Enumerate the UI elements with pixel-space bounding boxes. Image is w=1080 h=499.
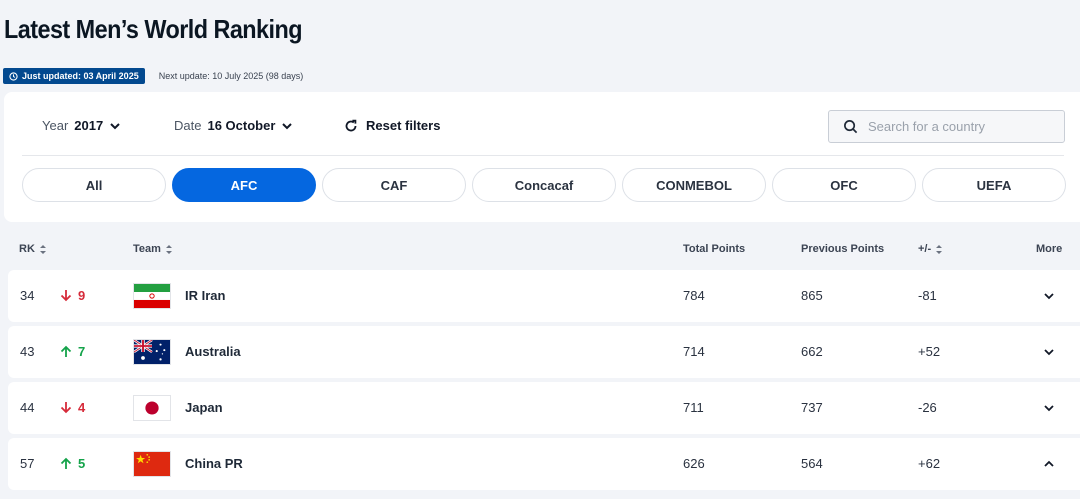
japan-flag xyxy=(133,395,171,421)
total-points: 714 xyxy=(683,344,705,359)
chevron-down-icon xyxy=(1044,349,1054,356)
china-flag xyxy=(133,451,171,477)
more-header-label: More xyxy=(1036,243,1063,255)
table-row[interactable]: 34 9 IR Iran 784 865 -81 xyxy=(8,270,1080,322)
diff-header[interactable]: +/- xyxy=(918,243,943,255)
total-points-header: Total Points xyxy=(683,243,745,255)
rank-change: 7 xyxy=(60,344,85,359)
points-diff: -26 xyxy=(918,400,937,415)
tab-caf[interactable]: CAF xyxy=(322,168,466,202)
table-header: RK Team Total Points Previous Points +/-… xyxy=(0,240,1080,260)
team-name[interactable]: IR Iran xyxy=(185,288,225,303)
points-diff: -81 xyxy=(918,288,937,303)
chevron-down-icon xyxy=(1044,293,1054,300)
year-filter-label: Year xyxy=(42,118,69,133)
country-search[interactable] xyxy=(828,110,1065,143)
total-points: 711 xyxy=(683,400,704,415)
reset-filters-button[interactable]: Reset filters xyxy=(344,118,440,133)
expand-button[interactable] xyxy=(1042,401,1058,415)
rank-change-value: 5 xyxy=(78,456,86,471)
page-title: Latest Men’s World Ranking xyxy=(4,14,303,44)
table-row[interactable]: 44 4 Japan 711 737 -26 xyxy=(8,382,1080,434)
date-filter[interactable]: Date 16 October xyxy=(174,118,293,133)
just-updated-badge: Just updated: 03 April 2025 xyxy=(3,68,145,84)
diff-header-label: +/- xyxy=(918,243,932,255)
tab-conmebol[interactable]: CONMEBOL xyxy=(622,168,766,202)
year-filter[interactable]: Year 2017 xyxy=(42,118,121,133)
rank-cell: 43 xyxy=(20,344,35,359)
date-filter-label: Date xyxy=(174,118,202,133)
team-name[interactable]: Japan xyxy=(185,400,223,415)
points-diff: +62 xyxy=(918,456,941,471)
clock-icon xyxy=(9,71,18,81)
rank-change-value: 9 xyxy=(78,288,86,303)
team-header[interactable]: Team xyxy=(133,243,173,255)
table-row[interactable]: 43 7 Australia 714 662 +52 xyxy=(8,326,1080,378)
arrow-up-icon xyxy=(60,345,72,357)
expand-button[interactable] xyxy=(1042,345,1058,359)
update-info: Just updated: 03 April 2025 Next update:… xyxy=(3,68,303,84)
team-header-label: Team xyxy=(133,243,161,255)
collapse-button[interactable] xyxy=(1042,457,1058,471)
sort-icon xyxy=(165,244,172,254)
rk-header-label: RK xyxy=(19,243,35,255)
refresh-icon xyxy=(345,119,357,131)
rank-cell: 57 xyxy=(20,456,35,471)
tab-ofc[interactable]: OFC xyxy=(772,168,916,202)
filter-panel: Year 2017 Date 16 October Reset filters … xyxy=(4,92,1080,222)
chevron-down-icon xyxy=(110,122,120,129)
previous-points: 737 xyxy=(801,400,823,415)
arrow-down-icon xyxy=(60,402,72,414)
total-points: 626 xyxy=(683,456,705,471)
tab-all[interactable]: All xyxy=(22,168,166,202)
previous-points-header: Previous Points xyxy=(801,243,884,255)
chevron-up-icon xyxy=(1044,460,1054,467)
previous-points: 662 xyxy=(801,344,823,359)
team-name[interactable]: China PR xyxy=(185,456,243,471)
next-update-text: Next update: 10 July 2025 (98 days) xyxy=(158,71,304,81)
australia-flag xyxy=(133,339,171,365)
tab-afc[interactable]: AFC xyxy=(172,168,316,202)
chevron-down-icon xyxy=(1044,405,1054,412)
rank-cell: 44 xyxy=(20,400,35,415)
rank-change-value: 4 xyxy=(78,400,86,415)
sort-icon xyxy=(936,244,943,254)
previous-points-header-label: Previous Points xyxy=(801,243,885,255)
points-diff: +52 xyxy=(918,344,941,359)
tab-uefa[interactable]: UEFA xyxy=(922,168,1066,202)
arrow-down-icon xyxy=(60,290,72,302)
filter-divider xyxy=(22,155,1064,156)
rank-change-value: 7 xyxy=(78,344,86,359)
filter-row: Year 2017 Date 16 October Reset filters xyxy=(4,92,1080,156)
search-input[interactable] xyxy=(868,119,1048,134)
rank-change: 5 xyxy=(60,456,85,471)
search-icon xyxy=(844,120,858,134)
rank-change: 4 xyxy=(60,400,85,415)
total-points: 784 xyxy=(683,288,705,303)
previous-points: 865 xyxy=(801,288,823,303)
table-row[interactable]: 57 5 China PR 626 564 +62 xyxy=(8,438,1080,490)
date-filter-value: 16 October xyxy=(207,118,276,133)
rank-cell: 34 xyxy=(20,288,35,303)
arrow-up-icon xyxy=(60,457,72,469)
chevron-down-icon xyxy=(282,122,293,129)
tab-concacaf[interactable]: Concacaf xyxy=(472,168,616,202)
reset-filters-label: Reset filters xyxy=(366,118,441,133)
total-points-header-label: Total Points xyxy=(683,243,746,255)
just-updated-text: Just updated: 03 April 2025 xyxy=(22,71,139,81)
year-filter-value: 2017 xyxy=(74,118,104,133)
iran-flag xyxy=(133,283,171,309)
team-name[interactable]: Australia xyxy=(185,344,241,359)
sort-icon xyxy=(39,244,46,254)
rk-header[interactable]: RK xyxy=(19,243,47,255)
rank-change: 9 xyxy=(60,288,85,303)
expand-button[interactable] xyxy=(1042,289,1058,303)
confederation-tabs: All AFC CAF Concacaf CONMEBOL OFC UEFA xyxy=(22,168,1066,202)
more-header: More xyxy=(1036,243,1062,255)
previous-points: 564 xyxy=(801,456,823,471)
